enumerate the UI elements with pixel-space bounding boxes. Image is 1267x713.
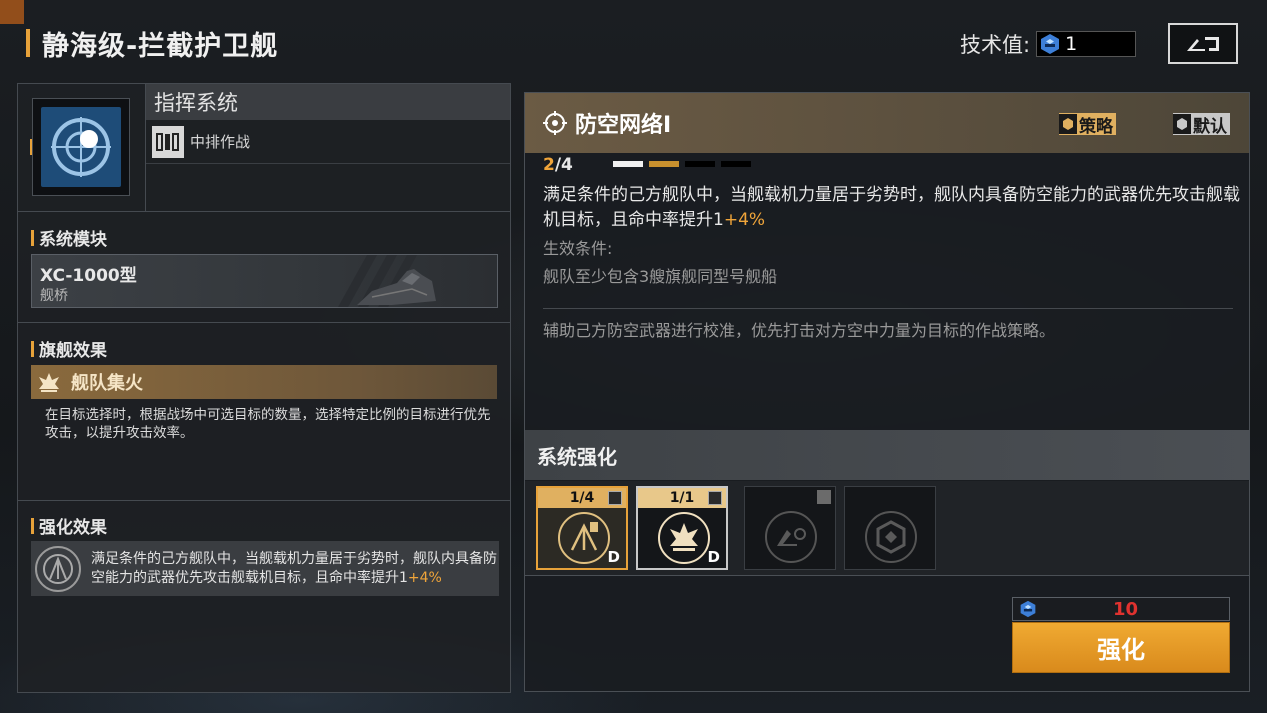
- flagship-effect-desc: 在目标选择时，根据战场中可选目标的数量，选择特定比例的目标进行优先攻击，以提升攻…: [45, 407, 491, 441]
- slot-level-text: 1/1: [669, 490, 695, 506]
- tech-currency-icon: [1020, 600, 1036, 618]
- left-panel: 指挥系统 中排作战 系统模块 XC-1000型 舰桥 旗舰效果 舰队集火 在目标…: [17, 83, 511, 693]
- command-icon: [41, 107, 121, 187]
- corner-decoration: [0, 0, 24, 24]
- locked-slot-icon: [865, 511, 917, 563]
- enhance-button[interactable]: 强化: [1012, 622, 1230, 673]
- strategy-header: 防空网络Ⅰ 策略 默认: [525, 93, 1249, 153]
- command-header: 指挥系统: [146, 84, 510, 120]
- locked-slot-icon: [765, 511, 817, 563]
- slot-mark: D: [607, 548, 620, 566]
- condition-label: 生效条件:: [543, 239, 613, 258]
- tech-label: 技术值:: [960, 33, 1031, 57]
- slot-badge-icon: [608, 491, 622, 505]
- target-icon: [51, 117, 111, 177]
- module-section-label: 系统模块: [31, 225, 107, 250]
- module-type: 舰桥: [40, 288, 68, 304]
- tech-value: 1: [1065, 33, 1078, 55]
- page-title: 静海级-拦截护卫舰: [42, 30, 279, 62]
- module-name: XC-1000型: [40, 266, 137, 286]
- level-pip: [649, 161, 679, 167]
- cost-value: 10: [1113, 598, 1139, 620]
- strategy-tag[interactable]: 策略: [1059, 113, 1116, 137]
- enhance-section-title: 强化效果: [39, 518, 107, 538]
- header: 静海级-拦截护卫舰: [26, 26, 279, 62]
- module-section-title: 系统模块: [39, 230, 107, 250]
- tech-points: 技术值: 1: [960, 29, 1137, 59]
- strategy-tag-icon: [1059, 114, 1077, 134]
- divider: [18, 500, 510, 501]
- back-button[interactable]: [1168, 23, 1238, 64]
- level-pip: [721, 161, 751, 167]
- right-panel: 防空网络Ⅰ 策略 默认 2/4 满足条件的己方舰队中，当舰载机力量居于劣势时，舰…: [524, 92, 1250, 692]
- strategy-description: 满足条件的己方舰队中，当舰载机力量居于劣势时，舰队内具备防空能力的武器优先攻击舰…: [543, 183, 1243, 233]
- strategy-desc-text: 满足条件的己方舰队中，当舰载机力量居于劣势时，舰队内具备防空能力的武器优先攻击舰…: [543, 185, 1240, 230]
- strategy-tag-label: 策略: [1079, 116, 1113, 137]
- flagship-effect-name: 舰队集火: [71, 373, 143, 394]
- slot-level-text: 1/4: [569, 490, 595, 506]
- enhance-effect-card: 满足条件的己方舰队中，当舰载机力量居于劣势时，舰队内具备防空能力的武器优先攻击舰…: [31, 541, 499, 596]
- divider: [18, 322, 510, 323]
- enhance-slot[interactable]: 1/4 D: [536, 486, 628, 570]
- command-system: 指挥系统 中排作战: [18, 84, 510, 212]
- enhance-effect-text: 满足条件的己方舰队中，当舰载机力量居于劣势时，舰队内具备防空能力的武器优先攻击舰…: [91, 550, 499, 588]
- enhance-slot-locked[interactable]: [744, 486, 836, 570]
- command-title: 指挥系统: [154, 91, 238, 115]
- enhance-slot[interactable]: 1/1 D: [636, 486, 728, 570]
- slot-badge-icon: [708, 491, 722, 505]
- title-accent: [26, 29, 30, 57]
- strategy-level: 2/4: [543, 155, 573, 175]
- lock-icon: [817, 490, 831, 504]
- strategy-desc-bonus: +4%: [723, 210, 766, 230]
- level-current: 2: [543, 155, 555, 175]
- enhance-bonus: +4%: [407, 569, 442, 586]
- system-enhance-header: 系统强化: [525, 430, 1249, 480]
- formation-label: 中排作战: [190, 133, 251, 151]
- anti-air-icon: [35, 545, 81, 592]
- divider: [543, 308, 1233, 309]
- enhance-cost: 10: [1012, 597, 1230, 621]
- anti-air-network-icon: [558, 512, 610, 564]
- enhance-slots: 1/4 D 1/1 D: [525, 481, 1249, 576]
- bridge-model-icon: [357, 269, 436, 305]
- fleet-fire-slot-icon: [658, 512, 710, 564]
- level-pip: [613, 161, 643, 167]
- default-tag-label: 默认: [1193, 116, 1227, 137]
- section-bar: [31, 517, 34, 534]
- enhance-section-label: 强化效果: [31, 513, 107, 538]
- tech-currency-icon: [1041, 34, 1060, 54]
- level-pip: [685, 161, 715, 167]
- slot-mark: D: [707, 548, 720, 566]
- strategy-title: 防空网络Ⅰ: [575, 113, 672, 138]
- formation-icon: [152, 125, 184, 158]
- module-card[interactable]: XC-1000型 舰桥: [31, 254, 498, 308]
- flagship-section-label: 旗舰效果: [31, 336, 107, 361]
- section-bar: [31, 229, 34, 246]
- fleet-fire-icon: [39, 373, 59, 392]
- tech-value-box: 1: [1036, 31, 1137, 57]
- flagship-effect-bar[interactable]: 舰队集火: [31, 365, 497, 399]
- crosshair-icon: [543, 111, 567, 135]
- default-tag[interactable]: 默认: [1173, 113, 1230, 137]
- section-bar: [31, 340, 34, 357]
- command-icon-box[interactable]: [32, 98, 130, 196]
- default-tag-icon: [1173, 114, 1191, 134]
- level-pips: [613, 161, 751, 167]
- condition-text: 舰队至少包含3艘旗舰同型号舰船: [543, 267, 778, 286]
- flagship-section-title: 旗舰效果: [39, 341, 107, 361]
- command-sub: 中排作战: [146, 120, 510, 164]
- back-icon: [1187, 36, 1219, 51]
- enhance-slot-locked[interactable]: [844, 486, 936, 570]
- strategy-flavor-text: 辅助己方防空武器进行校准，优先打击对方空中力量为目标的作战策略。: [543, 321, 1056, 340]
- level-max: /4: [554, 155, 573, 175]
